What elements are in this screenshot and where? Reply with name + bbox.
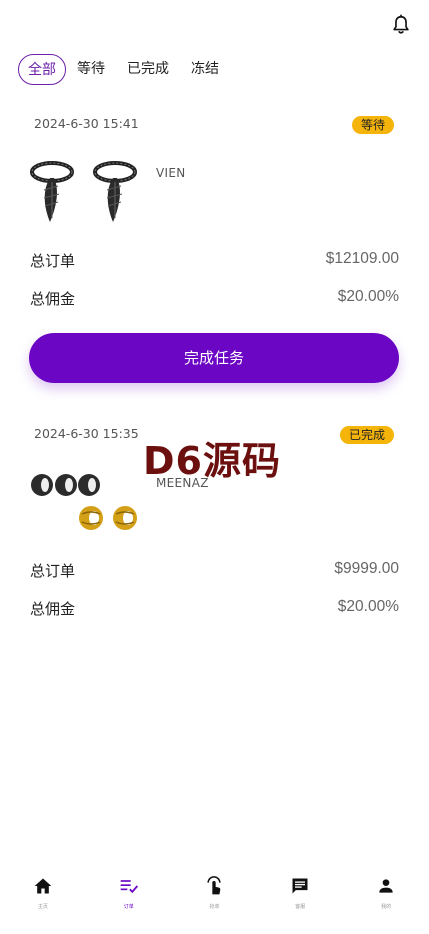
- chat-icon: [292, 878, 308, 894]
- nav-item-grab[interactable]: 抢单: [172, 864, 258, 934]
- total-order-row: 总订单 $9999.00: [30, 560, 399, 581]
- total-commission-label: 总佣金: [30, 600, 76, 618]
- watermark: D6源码: [143, 439, 281, 483]
- total-commission-value: $20.00%: [337, 598, 399, 615]
- total-order-row: 总订单 $12109.00: [30, 250, 399, 271]
- nav-label: 抢单: [209, 904, 220, 910]
- total-commission-row: 总佣金 $20.00%: [30, 598, 399, 619]
- nav-label: 客服: [295, 904, 306, 910]
- tab-frozen[interactable]: 冻结: [183, 54, 227, 85]
- total-order-label: 总订单: [30, 562, 76, 580]
- user-icon: [379, 879, 393, 893]
- bottom-nav: 主页 订单 抢单 客服 我的: [0, 864, 429, 934]
- total-commission-label: 总佣金: [30, 290, 76, 308]
- total-order-value: $9999.00: [334, 560, 399, 577]
- nav-label: 我的: [381, 904, 392, 910]
- complete-task-button[interactable]: 完成任务: [29, 333, 399, 383]
- product-image: [28, 470, 148, 539]
- brand-name: VIEN: [156, 166, 186, 180]
- status-badge: 已完成: [339, 426, 394, 444]
- home-icon: [34, 878, 52, 894]
- total-commission-value: $20.00%: [337, 288, 399, 305]
- nav-item-orders[interactable]: 订单: [86, 864, 172, 934]
- nav-item-mine[interactable]: 我的: [343, 864, 429, 934]
- order-time: 2024-6-30 15:35: [34, 426, 139, 441]
- total-order-label: 总订单: [30, 252, 76, 270]
- nav-label: 主页: [37, 904, 48, 910]
- nav-label: 订单: [123, 904, 134, 910]
- bell-icon[interactable]: [390, 13, 412, 37]
- status-tabs: 全部 等待 已完成 冻结: [18, 54, 233, 85]
- nav-item-home[interactable]: 主页: [0, 864, 86, 934]
- tab-all[interactable]: 全部: [18, 54, 66, 85]
- tab-completed[interactable]: 已完成: [119, 54, 177, 85]
- total-order-value: $12109.00: [325, 250, 399, 267]
- order-list-icon: [120, 880, 138, 894]
- order-time: 2024-6-30 15:41: [34, 116, 139, 131]
- product-image: [28, 160, 143, 229]
- tap-icon: [207, 876, 222, 895]
- status-badge: 等待: [351, 116, 394, 134]
- tab-waiting[interactable]: 等待: [69, 54, 113, 85]
- total-commission-row: 总佣金 $20.00%: [30, 288, 399, 309]
- nav-item-service[interactable]: 客服: [257, 864, 343, 934]
